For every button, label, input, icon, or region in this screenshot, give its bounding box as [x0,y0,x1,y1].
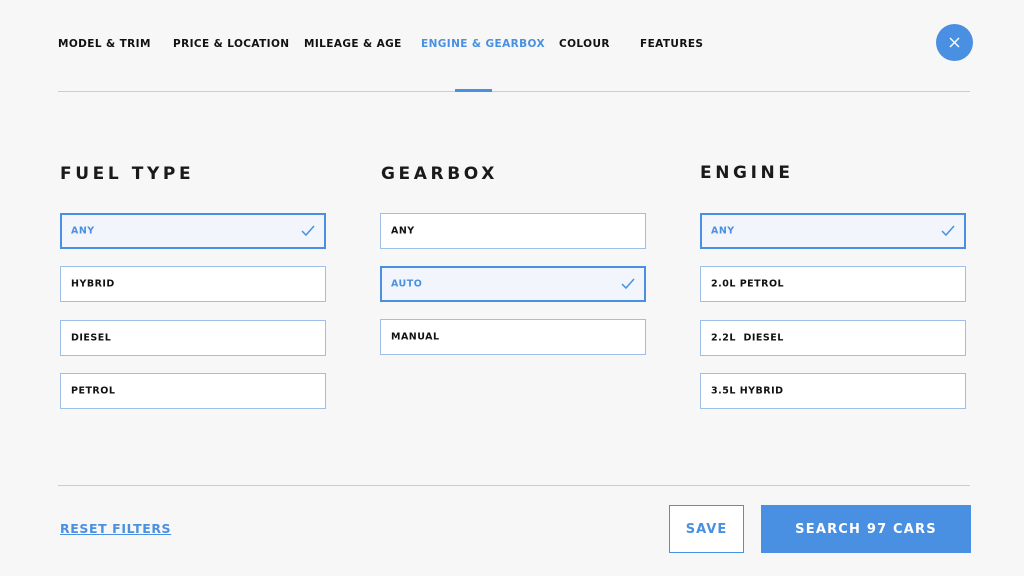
option-label: MANUAL [391,331,440,343]
option-label: PETROL [71,385,116,397]
gearbox-option-auto[interactable]: AUTO [380,266,646,302]
fuel-option-hybrid[interactable]: HYBRID [60,266,326,302]
reset-filters-link[interactable]: RESET FILTERS [60,521,171,536]
tab-price-location[interactable]: PRICE & LOCATION [173,38,289,50]
close-button[interactable] [936,24,973,61]
option-label: 3.5L HYBRID [711,385,784,397]
save-button[interactable]: SAVE [669,505,744,553]
engine-option-2-0l-petrol[interactable]: 2.0L PETROL [700,266,966,302]
tab-mileage-age[interactable]: MILEAGE & AGE [304,38,402,50]
check-icon [941,225,955,237]
engine-heading: ENGINE [700,163,794,183]
gearbox-option-any[interactable]: ANY [380,213,646,249]
check-icon [301,225,315,237]
option-label: DIESEL [71,332,112,344]
option-label: ANY [711,225,735,237]
option-label: ANY [71,225,95,237]
fuel-option-diesel[interactable]: DIESEL [60,320,326,356]
option-label: 2.0L PETROL [711,278,785,290]
tabs-divider [58,91,970,92]
active-tab-indicator [455,89,492,92]
engine-option-any[interactable]: ANY [700,213,966,249]
fuel-option-petrol[interactable]: PETROL [60,373,326,409]
option-label: 2.2L DIESEL [711,332,784,344]
engine-option-2-2l-diesel[interactable]: 2.2L DIESEL [700,320,966,356]
option-label: AUTO [391,278,423,290]
search-cars-button[interactable]: SEARCH 97 CARS [761,505,971,553]
tab-features[interactable]: FEATURES [640,38,703,50]
fuel-option-any[interactable]: ANY [60,213,326,249]
option-label: HYBRID [71,278,115,290]
engine-option-3-5l-hybrid[interactable]: 3.5L HYBRID [700,373,966,409]
gearbox-option-manual[interactable]: MANUAL [380,319,646,355]
fuel-type-heading: FUEL TYPE [60,164,195,184]
tab-model-trim[interactable]: MODEL & TRIM [58,38,151,50]
footer-divider [58,485,970,486]
check-icon [621,278,635,290]
tab-engine-gearbox[interactable]: ENGINE & GEARBOX [421,38,545,50]
tab-colour[interactable]: COLOUR [559,38,610,50]
gearbox-heading: GEARBOX [381,164,498,184]
option-label: ANY [391,225,415,237]
close-icon [949,37,960,48]
